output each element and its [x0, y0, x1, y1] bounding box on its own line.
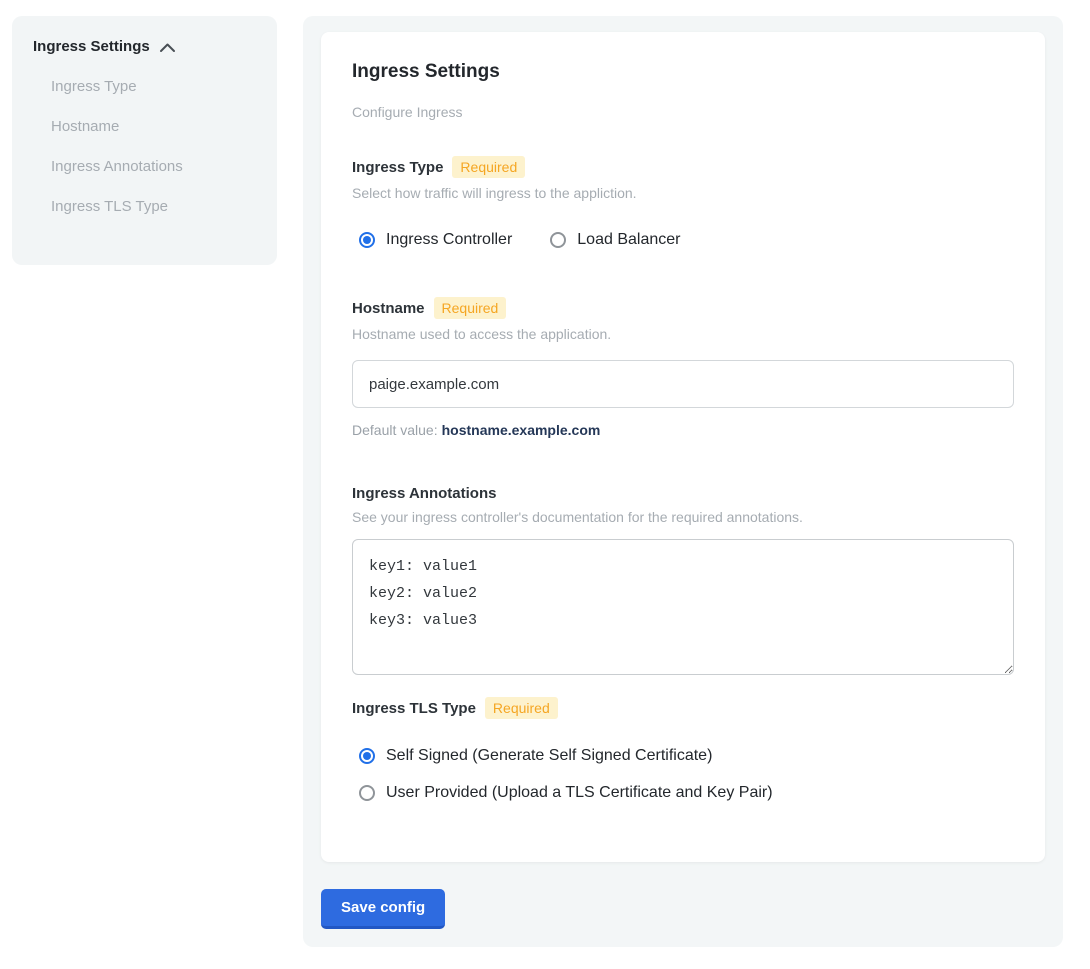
radio-icon	[359, 232, 375, 248]
sidebar-item-ingress-tls-type[interactable]: Ingress TLS Type	[51, 198, 257, 215]
radio-user-provided[interactable]: User Provided (Upload a TLS Certificate …	[359, 784, 1014, 802]
radio-load-balancer[interactable]: Load Balancer	[550, 231, 680, 249]
radio-icon	[550, 232, 566, 248]
sidebar-group-label: Ingress Settings	[33, 38, 150, 55]
config-card: Ingress Settings Configure Ingress Ingre…	[321, 32, 1045, 862]
sidebar-item-ingress-annotations[interactable]: Ingress Annotations	[51, 158, 257, 175]
hostname-default-line: Default value:hostname.example.com	[352, 422, 1014, 438]
radio-label: Self Signed (Generate Self Signed Certif…	[386, 747, 712, 765]
annotations-label: Ingress Annotations	[352, 485, 496, 502]
page-title: Ingress Settings	[352, 60, 1014, 83]
default-value-text: hostname.example.com	[442, 422, 601, 438]
section-hostname: Hostname Required Hostname used to acces…	[352, 297, 1014, 438]
annotations-textarea[interactable]: key1: value1 key2: value2 key3: value3	[352, 539, 1014, 675]
radio-label: Ingress Controller	[386, 231, 512, 249]
radio-icon	[359, 748, 375, 764]
hostname-label: Hostname	[352, 300, 425, 317]
radio-label: Load Balancer	[577, 231, 680, 249]
default-value-prefix: Default value:	[352, 422, 438, 438]
section-ingress-annotations: Ingress Annotations See your ingress con…	[352, 485, 1014, 675]
required-badge: Required	[452, 156, 525, 178]
radio-ingress-controller[interactable]: Ingress Controller	[359, 231, 512, 249]
radio-label: User Provided (Upload a TLS Certificate …	[386, 784, 773, 802]
required-badge: Required	[485, 697, 558, 719]
required-badge: Required	[434, 297, 507, 319]
hostname-input[interactable]	[352, 360, 1014, 408]
config-panel: Ingress Settings Configure Ingress Ingre…	[303, 16, 1063, 947]
page-subtitle: Configure Ingress	[352, 104, 1014, 120]
save-config-button[interactable]: Save config	[321, 889, 445, 929]
section-ingress-type: Ingress Type Required Select how traffic…	[352, 156, 1014, 249]
annotations-help: See your ingress controller's documentat…	[352, 509, 1014, 525]
ingress-type-options: Ingress Controller Load Balancer	[352, 231, 1014, 249]
sidebar: Ingress Settings Ingress Type Hostname I…	[12, 16, 277, 265]
tls-type-options: Self Signed (Generate Self Signed Certif…	[352, 747, 1014, 802]
ingress-type-label: Ingress Type	[352, 159, 443, 176]
sidebar-group-header[interactable]: Ingress Settings	[33, 38, 257, 55]
radio-icon	[359, 785, 375, 801]
section-ingress-tls-type: Ingress TLS Type Required Self Signed (G…	[352, 697, 1014, 802]
radio-self-signed[interactable]: Self Signed (Generate Self Signed Certif…	[359, 747, 1014, 765]
sidebar-item-ingress-type[interactable]: Ingress Type	[51, 78, 257, 95]
ingress-type-help: Select how traffic will ingress to the a…	[352, 185, 1014, 201]
chevron-up-icon	[159, 41, 176, 53]
hostname-help: Hostname used to access the application.	[352, 326, 1014, 342]
sidebar-nav: Ingress Type Hostname Ingress Annotation…	[33, 78, 257, 215]
tls-type-label: Ingress TLS Type	[352, 700, 476, 717]
sidebar-item-hostname[interactable]: Hostname	[51, 118, 257, 135]
